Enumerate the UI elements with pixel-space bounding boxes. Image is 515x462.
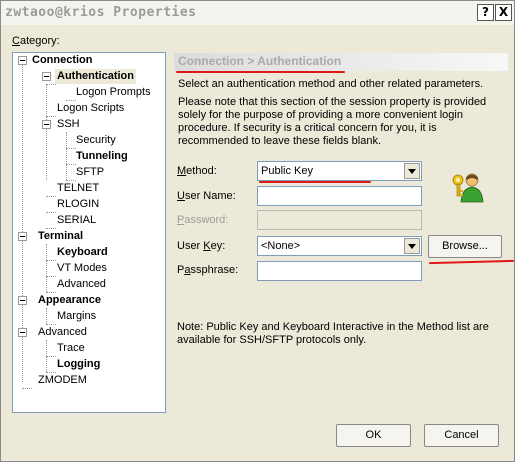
collapse-toggle-connection[interactable]: [18, 56, 27, 65]
tree-line: [46, 308, 47, 324]
tree-line: [46, 276, 56, 277]
cancel-button[interactable]: Cancel: [424, 424, 499, 447]
tree-item-serial[interactable]: SERIAL: [57, 213, 96, 228]
tree-item-appearance[interactable]: Appearance: [38, 293, 101, 308]
tree-item-telnet[interactable]: TELNET: [57, 181, 99, 196]
panel-header: Connection > Authentication: [174, 53, 508, 71]
close-button[interactable]: X: [495, 4, 512, 21]
category-tree[interactable]: Connection Authentication Logon Prompts …: [12, 52, 166, 413]
tree-item-sftp[interactable]: SFTP: [76, 165, 104, 180]
tree-line: [46, 84, 56, 85]
collapse-toggle-advanced[interactable]: [18, 328, 27, 337]
tree-line: [46, 116, 56, 117]
user-key-value: <None>: [261, 240, 301, 252]
annotation-underline-browse: [428, 259, 515, 265]
password-input[interactable]: [257, 210, 422, 230]
tree-line: [66, 164, 76, 165]
category-label: Category:: [12, 35, 60, 47]
passphrase-input[interactable]: [257, 261, 422, 281]
tree-item-authentication[interactable]: Authentication: [55, 69, 136, 84]
ok-button[interactable]: OK: [336, 424, 411, 447]
user-key-dropdown-arrow[interactable]: [404, 238, 420, 254]
title-bar[interactable]: zwtaoo@krios Properties ? X: [1, 1, 514, 25]
user-key-select[interactable]: <None>: [257, 236, 422, 256]
collapse-toggle-terminal[interactable]: [18, 232, 27, 241]
collapse-toggle-ssh[interactable]: [42, 120, 51, 129]
tree-item-vt-modes[interactable]: VT Modes: [57, 261, 107, 276]
tree-item-advanced[interactable]: Advanced: [38, 325, 87, 340]
method-select[interactable]: Public Key: [257, 161, 422, 181]
password-label: Password:: [177, 214, 229, 226]
tree-item-connection[interactable]: Connection: [32, 53, 93, 68]
tree-item-margins[interactable]: Margins: [57, 309, 96, 324]
user-with-key-icon: [452, 173, 484, 203]
passphrase-label: Passphrase:: [177, 264, 239, 276]
user-key-label: User Key:: [177, 240, 226, 252]
username-input[interactable]: [257, 186, 422, 206]
properties-dialog: zwtaoo@krios Properties ? X Category: Co…: [0, 0, 515, 462]
tree-item-terminal[interactable]: Terminal: [38, 229, 83, 244]
tree-line: [46, 84, 47, 180]
tree-item-logon-scripts[interactable]: Logon Scripts: [57, 101, 124, 116]
panel-title: Connection > Authentication: [178, 54, 342, 68]
tree-item-logging[interactable]: Logging: [57, 357, 100, 372]
annotation-underline-header: [176, 71, 345, 73]
tree-line: [46, 212, 56, 213]
tree-line: [22, 388, 32, 389]
tree-item-terminal-advanced[interactable]: Advanced: [57, 277, 106, 292]
help-button[interactable]: ?: [477, 4, 494, 21]
collapse-toggle-authentication[interactable]: [42, 72, 51, 81]
tree-item-rlogin[interactable]: RLOGIN: [57, 197, 99, 212]
tree-line: [66, 148, 76, 149]
tree-line: [46, 260, 56, 261]
tree-item-trace[interactable]: Trace: [57, 341, 85, 356]
method-value: Public Key: [261, 165, 313, 177]
tree-item-ssh[interactable]: SSH: [57, 117, 80, 132]
method-dropdown-arrow[interactable]: [404, 163, 420, 179]
method-note: Note: Public Key and Keyboard Interactiv…: [177, 321, 489, 346]
tree-line: [66, 132, 67, 180]
tree-item-zmodem[interactable]: ZMODEM: [38, 373, 87, 388]
tree-item-tunneling[interactable]: Tunneling: [76, 149, 128, 164]
tree-line: [46, 196, 56, 197]
collapse-toggle-appearance[interactable]: [18, 296, 27, 305]
description-note: Please note that this section of the ses…: [178, 96, 487, 147]
tree-item-security[interactable]: Security: [76, 133, 116, 148]
tree-item-keyboard[interactable]: Keyboard: [57, 245, 108, 260]
tree-item-logon-prompts[interactable]: Logon Prompts: [76, 85, 151, 100]
description-intro: Select an authentication method and othe…: [178, 78, 484, 90]
tree-line: [46, 244, 47, 292]
window-title: zwtaoo@krios Properties: [5, 5, 197, 20]
tree-line: [46, 356, 56, 357]
method-label: Method:: [177, 165, 217, 177]
browse-button[interactable]: Browse...: [428, 235, 502, 258]
username-label: User Name:: [177, 190, 236, 202]
annotation-underline-method: [259, 181, 371, 183]
